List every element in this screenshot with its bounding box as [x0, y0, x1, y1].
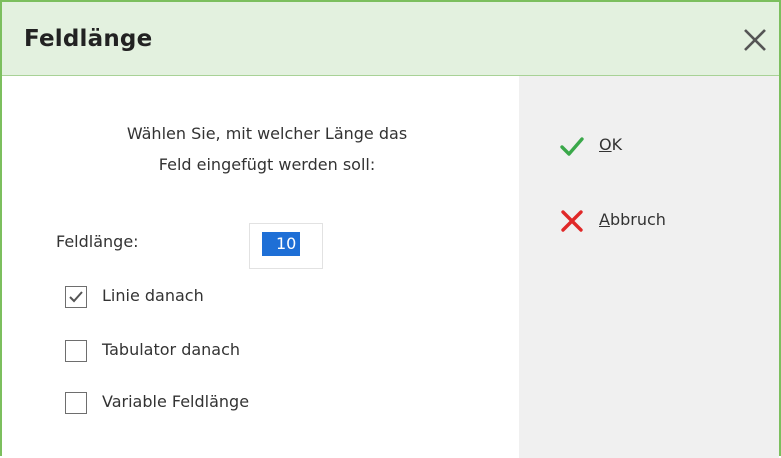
field-length-value: 10	[262, 232, 301, 256]
ok-button-label: OK	[599, 135, 623, 154]
action-panel: OK Abbruch	[519, 76, 779, 458]
checkbox-variable-feldlaenge[interactable]	[65, 392, 87, 414]
cross-icon	[561, 210, 583, 232]
checkbox-label: Linie danach	[102, 286, 204, 305]
prompt-line-2: Feld eingefügt werden soll:	[158, 155, 376, 174]
prompt-line-1: Wählen Sie, mit welcher Länge das	[126, 124, 408, 143]
cancel-button-label: Abbruch	[599, 210, 666, 229]
field-length-label: Feldlänge:	[56, 232, 139, 251]
checkbox-tabulator-danach[interactable]	[65, 340, 87, 362]
close-button[interactable]	[739, 24, 771, 56]
close-icon	[744, 29, 766, 51]
checkbox-linie-danach[interactable]	[65, 286, 87, 308]
checkmark-icon	[560, 137, 584, 156]
content-area: Wählen Sie, mit welcher Länge das Feld e…	[2, 76, 519, 458]
checkmark-small-icon	[69, 291, 83, 303]
prompt-text: Wählen Sie, mit welcher Länge das Feld e…	[2, 118, 532, 180]
feldlaenge-dialog: Feldlänge Wählen Sie, mit welcher Länge …	[0, 0, 781, 458]
checkbox-label: Variable Feldlänge	[102, 392, 250, 411]
checkbox-label: Tabulator danach	[102, 340, 241, 359]
title-bar: Feldlänge	[2, 2, 779, 76]
field-length-input[interactable]: 10	[249, 223, 323, 269]
dialog-title: Feldlänge	[24, 26, 153, 52]
